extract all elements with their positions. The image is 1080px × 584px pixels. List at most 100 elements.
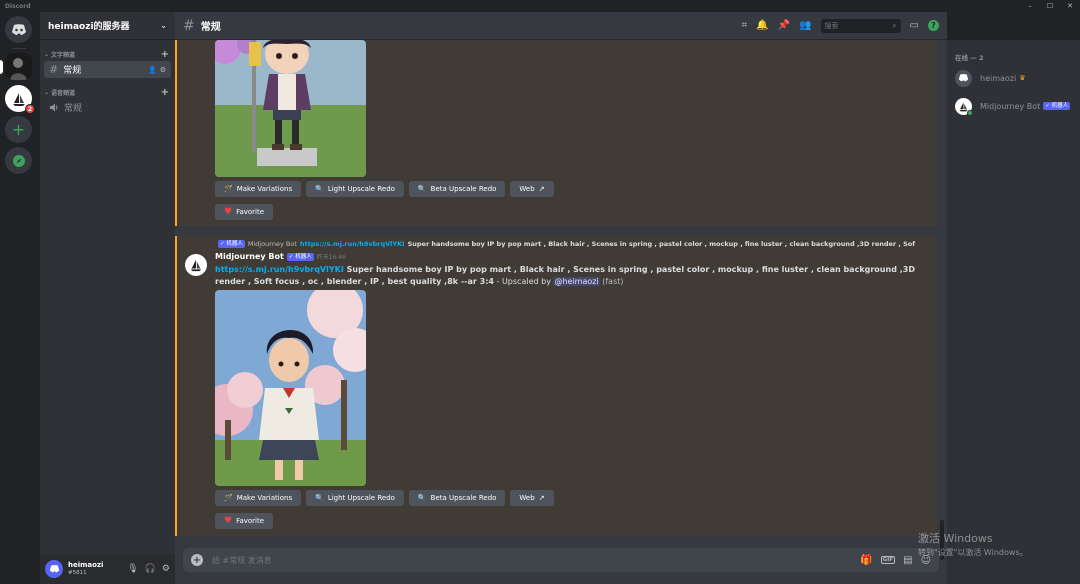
action-buttons: 🪄 Make Variations 🔍 Light Upscale Redo 🔍 Be… [215,181,554,197]
magnifier-icon: 🔍 [315,494,324,502]
discord-logo-icon [958,74,969,82]
category-text-channels[interactable]: ⌄ 文字频道 + [40,48,175,60]
upscaled-by-text: - Upscaled by [493,277,554,286]
chibi-boy-illustration [215,40,366,177]
make-variations-button[interactable]: 🪄 Make Variations [215,181,302,197]
member-name: Midjourney Bot [980,101,1041,111]
category-voice-channels[interactable]: ⌄ 语音频道 + [40,86,175,98]
avatar[interactable] [45,560,63,578]
window-titlebar: Discord – ☐ ✕ [0,0,1080,12]
magnifier-icon: 🔍 [315,185,324,193]
page-title: 常规 [200,22,221,33]
prompt-link[interactable]: https://s.mj.run/h9vbrqVlYKI [215,265,344,274]
category-chevron-icon: ⌄ [44,88,50,96]
gift-icon[interactable]: 🎁 [860,555,872,566]
chat-header: # 常规 ⌗ 🔔 📌 👥 搜索 ⌕ ▭ ? [175,12,947,40]
minimize-button[interactable]: – [1020,0,1040,12]
server-header[interactable]: heimaozi的服务器 ⌄ [40,12,175,40]
microphone-icon[interactable]: 🎙 [127,564,138,574]
avatar [955,97,973,116]
magnifier-icon: 🔍 [417,494,427,502]
upload-plus-icon[interactable]: + [191,554,203,566]
channel-sidebar: heimaozi的服务器 ⌄ ⌄ 文字频道 + # 常规 👤 ⚙ ⌄ 语音频道 … [40,12,175,584]
close-window-button[interactable]: ✕ [1060,0,1080,12]
chat-area: # 常规 ⌗ 🔔 📌 👥 搜索 ⌕ ▭ ? 🪄 Make Variations … [175,12,947,584]
pin-icon[interactable]: 📌 [778,20,790,31]
reply-preview[interactable]: ✓ 机器人 Midjourney Bot https://s.mj.run/h9… [215,240,915,248]
gear-icon[interactable]: ⚙ [162,564,170,574]
search-icon: ⌕ [892,20,897,30]
reply-link[interactable]: https://s.mj.run/h9vbrqVlYKI [300,240,405,248]
light-upscale-redo-button[interactable]: 🔍 Light Upscale Redo [306,490,404,506]
message-item: 🪄 Make Variations 🔍 Light Upscale Redo 🔍 Be… [175,40,937,226]
generated-image[interactable] [215,40,366,177]
app-name: Discord [5,2,31,10]
channel-item-general-text[interactable]: # 常规 👤 ⚙ [44,61,171,78]
selected-server-pill [0,60,3,74]
speed-text: (fast) [599,277,624,286]
message-item: ✓ 机器人 Midjourney Bot https://s.mj.run/h9… [175,236,937,536]
message-composer[interactable]: + 给 #常规 发消息 🎁 GIF ▤ ☺ [183,548,939,572]
server-icon-midjourney[interactable]: 2 [5,85,35,114]
hash-icon: # [49,63,59,76]
member-list-icon[interactable]: 👥 [799,20,811,31]
mention-badge: 2 [25,104,35,114]
favorite-button[interactable]: ♥ Favorite [215,513,274,529]
gif-icon[interactable]: GIF [880,556,896,564]
generated-image[interactable] [215,290,366,486]
hash-icon: # [183,17,195,34]
composer-placeholder: 给 #常规 发消息 [212,555,272,565]
home-button[interactable] [5,16,32,43]
member-item[interactable]: heimaozi ♛ [955,66,1080,90]
compass-icon [12,154,25,167]
explore-servers-button[interactable] [5,147,32,174]
favorite-button[interactable]: ♥ Favorite [215,204,274,220]
speaker-icon [50,103,58,112]
create-channel-icon[interactable]: + [161,87,169,98]
make-variations-button[interactable]: 🪄 Make Variations [215,490,302,506]
heart-icon: ♥ [224,207,233,217]
create-channel-icon[interactable]: + [161,49,169,60]
category-label: 语音频道 [51,89,76,97]
light-upscale-redo-button[interactable]: 🔍 Light Upscale Redo [306,181,404,197]
search-input[interactable]: 搜索 ⌕ [820,18,901,33]
bell-icon[interactable]: 🔔 [756,20,768,31]
message-list: 🪄 Make Variations 🔍 Light Upscale Redo 🔍 Be… [175,40,947,540]
avatar[interactable] [185,254,207,276]
heart-icon: ♥ [224,516,233,526]
channel-name: 常规 [63,66,82,76]
threads-icon[interactable]: ⌗ [742,20,748,31]
bot-badge: ✓ 机器人 [286,252,314,261]
message-author[interactable]: Midjourney Bot [215,252,284,261]
inbox-icon[interactable]: ▭ [910,20,919,31]
invite-icon[interactable]: 👤 [148,66,157,74]
search-placeholder: 搜索 [824,21,839,30]
channel-item-general-voice[interactable]: 常规 [44,99,171,116]
web-link-button[interactable]: Web ↗ [510,490,554,506]
sailboat-icon [12,92,25,106]
gear-icon[interactable]: ⚙ [160,66,166,74]
beta-upscale-redo-button[interactable]: 🔍 Beta Upscale Redo [408,490,506,506]
window-controls: – ☐ ✕ [1020,0,1080,12]
user-panel: heimaozi #5811 🎙 🎧 ⚙ [40,554,175,584]
reply-author: Midjourney Bot [247,240,297,248]
maximize-button[interactable]: ☐ [1040,0,1060,12]
server-icon-heimaozi[interactable] [5,53,32,80]
timestamp: 昨天16:46 [316,254,347,261]
sticker-icon[interactable]: ▤ [903,555,912,566]
magic-wand-icon: 🪄 [224,494,233,502]
crown-icon: ♛ [1019,74,1026,82]
spring-boy-illustration [215,290,366,486]
add-server-button[interactable]: + [5,116,32,143]
beta-upscale-redo-button[interactable]: 🔍 Beta Upscale Redo [408,181,506,197]
user-mention[interactable]: @heimaozi [553,277,600,286]
reply-text: Super handsome boy IP by pop mart , Blac… [407,240,915,248]
server-name: heimaozi的服务器 [48,22,130,32]
favorite-row: ♥ Favorite [215,513,274,529]
help-icon[interactable]: ? [928,20,939,31]
headphones-icon[interactable]: 🎧 [145,564,156,574]
discord-logo-icon [49,565,59,573]
magnifier-icon: 🔍 [417,185,427,193]
member-item[interactable]: Midjourney Bot ✓ 机器人 [955,94,1080,118]
web-link-button[interactable]: Web ↗ [510,181,554,197]
